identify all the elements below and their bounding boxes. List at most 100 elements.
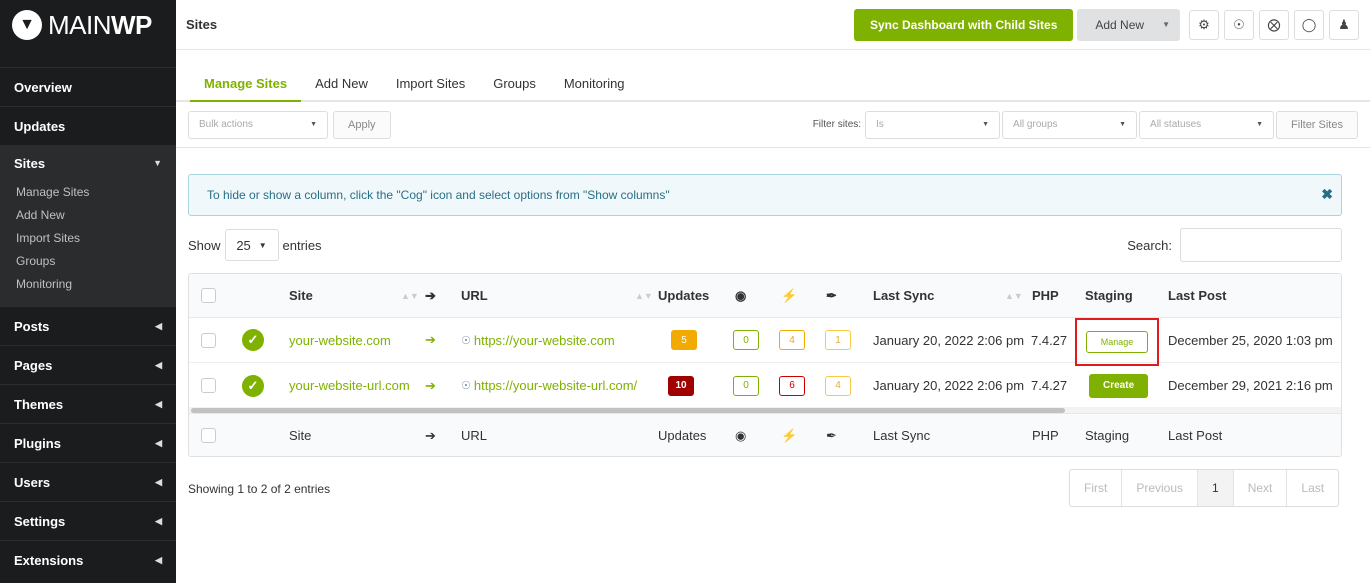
help-lifering-icon[interactable]: ⨂ xyxy=(1259,9,1289,40)
tab-import-sites[interactable]: Import Sites xyxy=(382,76,479,100)
pager-first[interactable]: First xyxy=(1070,470,1123,506)
sidebar-item-plugins[interactable]: Plugins ◀ xyxy=(0,423,176,462)
sidebar-item-settings[interactable]: Settings ◀ xyxy=(0,501,176,540)
wordpress-icon: ◉ xyxy=(735,287,747,303)
plugin-updates-badge[interactable]: 6 xyxy=(779,375,805,396)
updates-badge[interactable]: 5 xyxy=(671,330,697,350)
sidebar-item-extensions[interactable]: Extensions ◀ xyxy=(0,540,176,579)
site-link[interactable]: your-website-url.com xyxy=(289,363,410,408)
row-checkbox[interactable] xyxy=(201,378,216,393)
sidebar-item-pages[interactable]: Pages ◀ xyxy=(0,345,176,384)
col-url[interactable]: URL xyxy=(461,274,488,317)
close-icon[interactable]: ✖ xyxy=(1321,186,1333,203)
chat-icon[interactable]: ◯ xyxy=(1294,9,1324,40)
sidebar-item-posts[interactable]: Posts ◀ xyxy=(0,306,176,345)
theme-updates-badge[interactable]: 1 xyxy=(825,330,851,350)
last-post: December 25, 2020 1:03 pm xyxy=(1168,332,1333,348)
footer-col-last-post: Last Post xyxy=(1168,428,1223,443)
table-controls: Show 25 ▼ entries Search: xyxy=(188,228,1342,262)
filter-statuses-select[interactable]: All statuses ▼ xyxy=(1139,110,1275,139)
caret-down-icon: ▼ xyxy=(1162,20,1170,29)
tab-bar: Manage Sites Add New Import Sites Groups… xyxy=(176,50,1370,102)
pager-page-1[interactable]: 1 xyxy=(1198,470,1234,506)
pagination: First Previous 1 Next Last xyxy=(1069,469,1340,507)
sidebar-sub-import-sites[interactable]: Import Sites xyxy=(0,227,176,250)
footer-col-last-sync: Last Sync xyxy=(873,428,931,443)
globe-icon: ☉ xyxy=(461,380,471,392)
filter-groups-select[interactable]: All groups ▼ xyxy=(1002,110,1138,139)
plugin-updates-badge[interactable]: 4 xyxy=(779,330,805,350)
tab-monitoring[interactable]: Monitoring xyxy=(550,76,639,100)
create-staging-button[interactable]: Create xyxy=(1089,373,1149,398)
col-updates[interactable]: Updates xyxy=(658,274,709,317)
table-row: ✓ your-website.com ➔ ☉ https://your-websi… xyxy=(189,318,1341,366)
sidebar-item-updates[interactable]: Updates xyxy=(0,106,176,145)
col-last-post[interactable]: Last Post xyxy=(1168,274,1227,317)
sidebar-item-themes[interactable]: Themes ◀ xyxy=(0,384,176,423)
sidebar-item-overview[interactable]: Overview xyxy=(0,67,176,106)
sidebar-sub-monitoring[interactable]: Monitoring xyxy=(0,273,176,296)
sidebar-sites-group: Sites ▼ Manage Sites Add New Import Sites… xyxy=(0,145,176,306)
caret-down-icon: ▼ xyxy=(153,158,162,168)
caret-left-icon: ◀ xyxy=(155,320,162,331)
pager-last[interactable]: Last xyxy=(1287,470,1338,506)
login-icon[interactable]: ➔ xyxy=(425,363,436,408)
url-link[interactable]: ☉ https://your-website-url.com/ xyxy=(461,363,637,408)
wp-updates-badge[interactable]: 0 xyxy=(733,330,759,350)
sync-dashboard-button[interactable]: Sync Dashboard with Child Sites xyxy=(854,8,1074,41)
select-all-checkbox[interactable] xyxy=(201,288,216,303)
theme-updates-badge[interactable]: 4 xyxy=(825,375,851,396)
login-icon[interactable]: ➔ xyxy=(425,318,436,362)
main-content: Sites Sync Dashboard with Child Sites Ad… xyxy=(176,0,1370,583)
filter-is-select[interactable]: Is ▼ xyxy=(865,110,1001,139)
manage-staging-button[interactable]: Manage xyxy=(1085,331,1149,353)
search-input[interactable] xyxy=(1180,228,1342,262)
bulk-actions-select[interactable]: Bulk actions ▼ xyxy=(188,110,328,139)
wp-updates-badge[interactable]: 0 xyxy=(733,375,759,396)
col-last-sync[interactable]: Last Sync xyxy=(873,274,934,317)
add-new-dropdown[interactable]: Add New ▼ xyxy=(1077,8,1180,41)
sidebar-item-users[interactable]: Users ◀ xyxy=(0,462,176,501)
updates-badge[interactable]: 10 xyxy=(668,375,694,396)
apply-button[interactable]: Apply xyxy=(333,110,391,139)
filter-sites-button[interactable]: Filter Sites xyxy=(1276,110,1358,139)
sort-icon: ▲▼ xyxy=(1005,290,1023,301)
user-icon[interactable]: ♟ xyxy=(1329,9,1359,40)
pager-previous[interactable]: Previous xyxy=(1122,470,1199,506)
app: ▼ MAINWP Overview Updates Sites ▼ Manage … xyxy=(0,0,1370,583)
tab-manage-sites[interactable]: Manage Sites xyxy=(190,76,302,102)
globe-icon[interactable]: ☉ xyxy=(1224,9,1254,40)
last-sync: January 20, 2022 2:06 pm xyxy=(873,378,1025,393)
globe-icon: ☉ xyxy=(461,334,471,347)
sidebar-sub-manage-sites[interactable]: Manage Sites xyxy=(0,181,176,204)
wordpress-icon: ◉ xyxy=(735,427,747,443)
tab-add-new[interactable]: Add New xyxy=(301,76,382,100)
col-site[interactable]: Site xyxy=(289,274,313,317)
logo[interactable]: ▼ MAINWP xyxy=(0,0,176,50)
filter-bar: Bulk actions ▼ Apply Filter sites: Is ▼ Al… xyxy=(176,102,1370,148)
col-php[interactable]: PHP xyxy=(1032,274,1059,317)
info-message-text: To hide or show a column, click the "Cog… xyxy=(207,188,670,202)
sidebar-sub-groups[interactable]: Groups xyxy=(0,250,176,273)
sidebar-item-sites[interactable]: Sites ▼ xyxy=(0,145,176,181)
table-footer: Site ➔ URL Updates ◉ ⚡ ✒ Last Sync PHP S… xyxy=(189,413,1341,456)
site-link[interactable]: your-website.com xyxy=(289,318,391,362)
page-length-select[interactable]: 25 ▼ xyxy=(224,229,279,261)
caret-down-icon: ▼ xyxy=(1119,121,1127,128)
caret-left-icon: ◀ xyxy=(155,554,162,565)
logo-tie-icon: ▼ xyxy=(12,10,42,40)
sidebar-sub-add-new[interactable]: Add New xyxy=(0,204,176,227)
footer-col-site: Site xyxy=(289,428,312,443)
row-checkbox[interactable] xyxy=(201,332,216,348)
gear-icon[interactable]: ⚙ xyxy=(1189,9,1219,40)
brush-icon: ✒ xyxy=(826,427,837,443)
login-icon: ➔ xyxy=(425,287,436,303)
php-version: 7.4.27 xyxy=(1031,332,1068,348)
caret-left-icon: ◀ xyxy=(155,359,162,370)
select-all-checkbox[interactable] xyxy=(201,428,216,443)
brush-icon: ✒ xyxy=(826,287,837,303)
pager-next[interactable]: Next xyxy=(1234,470,1288,506)
tab-groups[interactable]: Groups xyxy=(479,76,550,100)
col-staging[interactable]: Staging xyxy=(1085,274,1133,317)
url-link[interactable]: ☉ https://your-website.com xyxy=(461,318,615,362)
